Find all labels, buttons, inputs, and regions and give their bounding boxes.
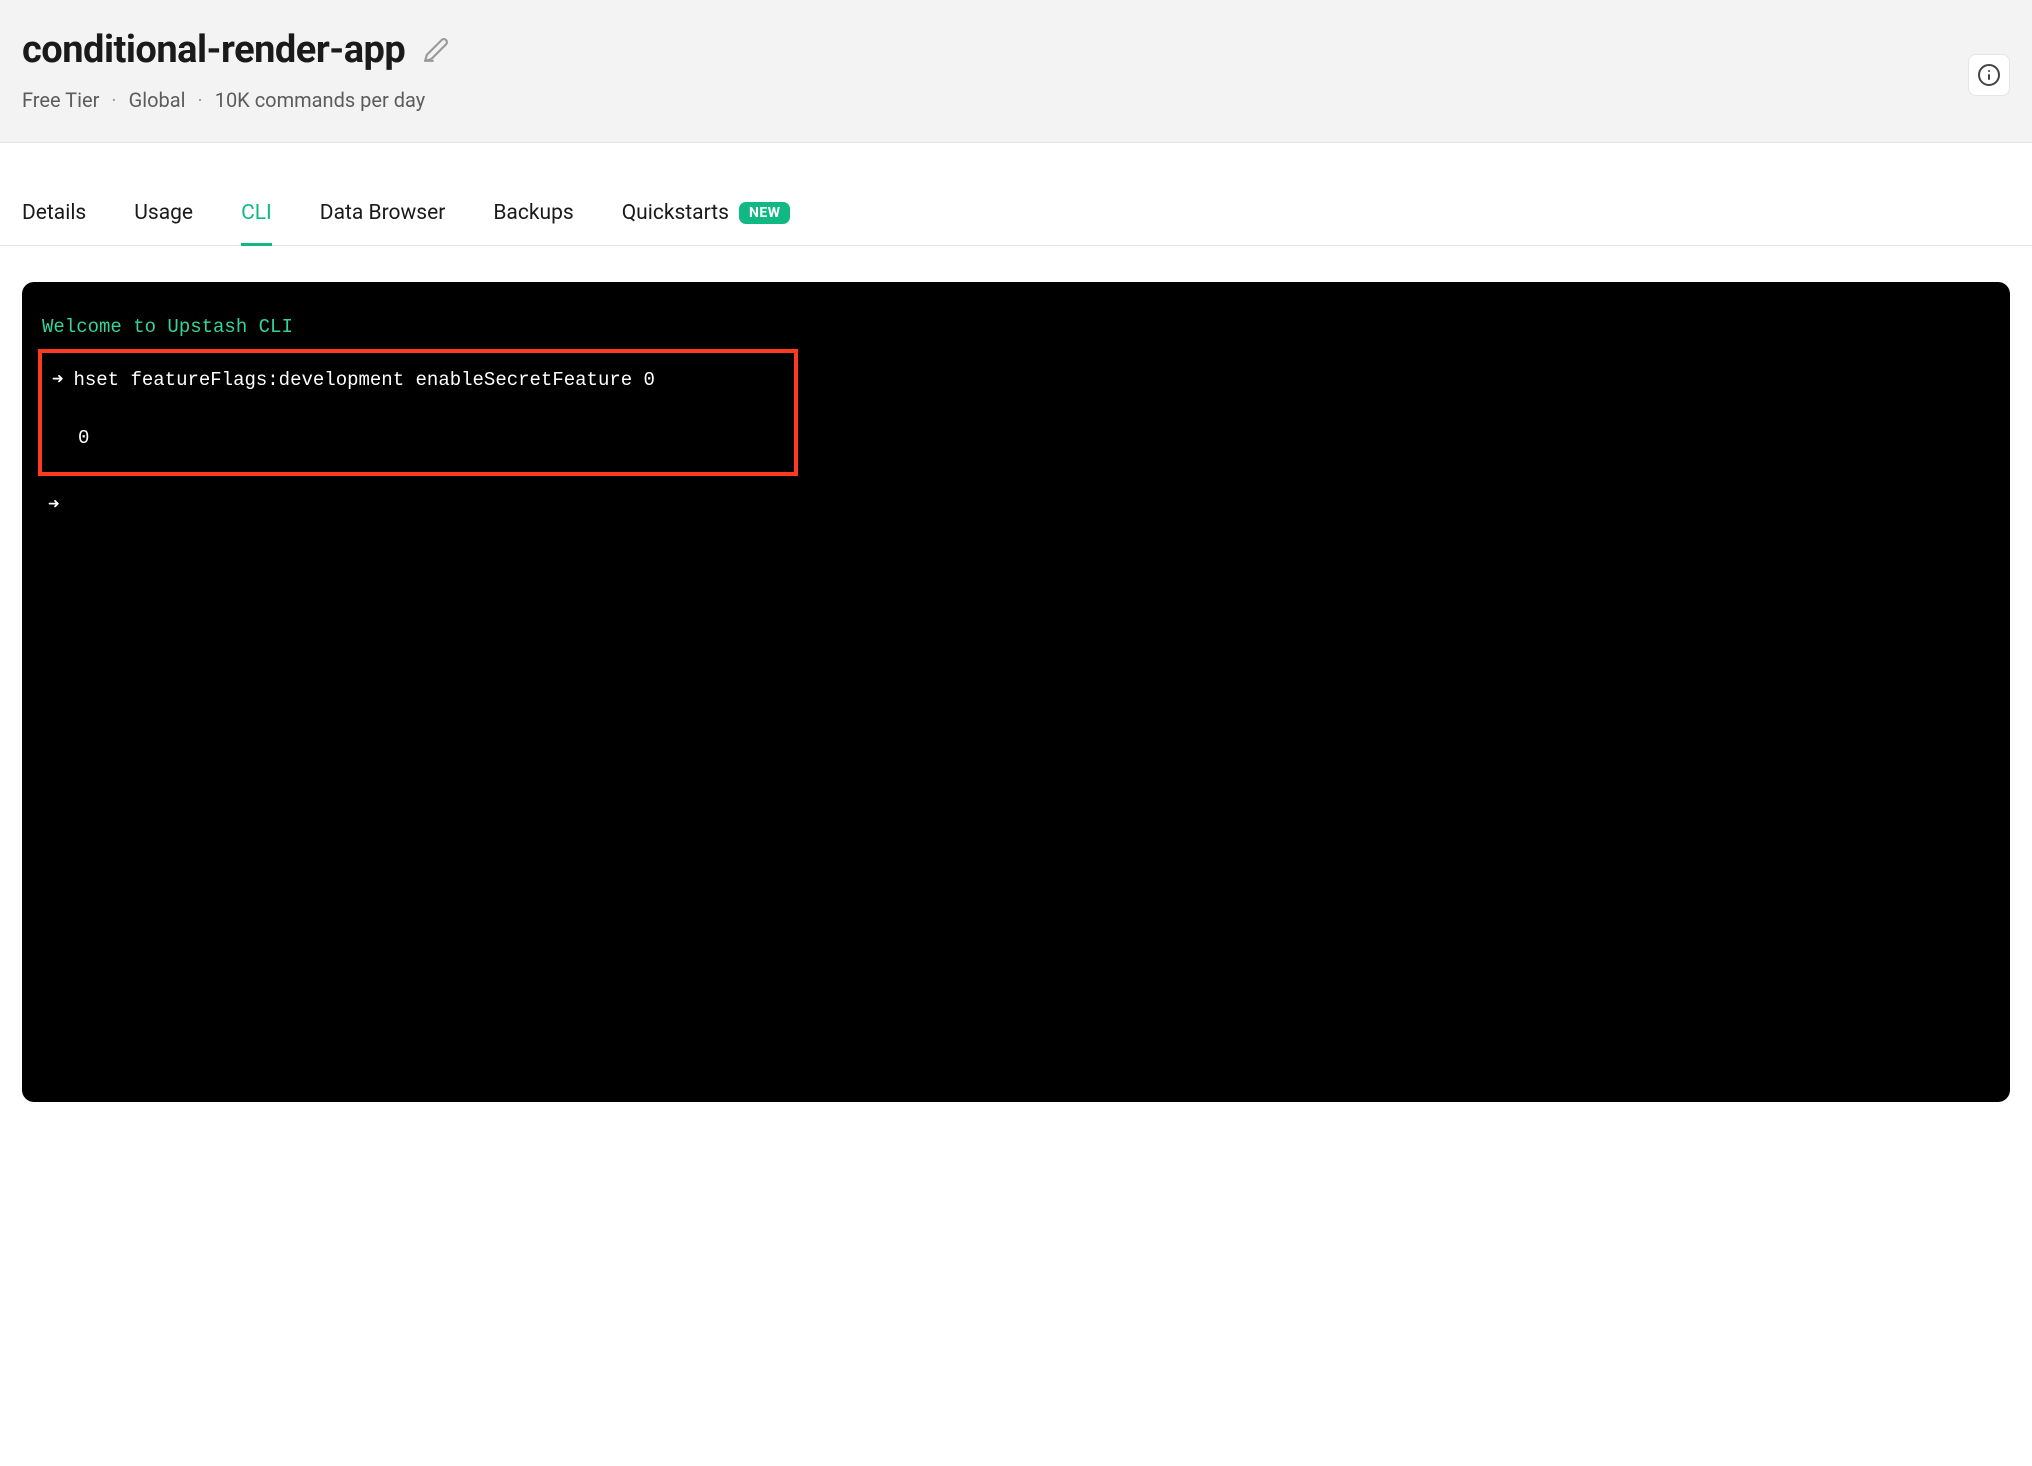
tab-quickstarts[interactable]: Quickstarts NEW <box>622 191 791 246</box>
meta-region: Global <box>129 88 186 112</box>
meta-separator: · <box>197 88 202 112</box>
tab-label: Usage <box>134 201 193 225</box>
page-header: conditional-render-app Free Tier · Globa… <box>0 0 2032 143</box>
info-button[interactable] <box>1968 54 2010 96</box>
tab-details[interactable]: Details <box>22 191 86 246</box>
command-output: 0 <box>52 423 784 454</box>
tabs-row: Details Usage CLI Data Browser Backups Q… <box>0 191 2032 246</box>
meta-limit: 10K commands per day <box>215 88 425 112</box>
page-title: conditional-render-app <box>22 28 405 72</box>
title-row: conditional-render-app <box>22 28 2010 72</box>
command-line: ➜ hset featureFlags:development enableSe… <box>52 365 784 396</box>
meta-row: Free Tier · Global · 10K commands per da… <box>22 88 2010 112</box>
terminal-welcome: Welcome to Upstash CLI <box>38 312 1994 343</box>
prompt-arrow-icon: ➜ <box>52 365 63 396</box>
tab-label: Data Browser <box>320 201 446 225</box>
tab-usage[interactable]: Usage <box>134 191 193 246</box>
meta-separator: · <box>111 88 116 112</box>
tab-backups[interactable]: Backups <box>493 191 573 246</box>
meta-tier: Free Tier <box>22 88 99 112</box>
highlight-annotation: ➜ hset featureFlags:development enableSe… <box>38 349 798 476</box>
prompt-line[interactable]: ➜ <box>38 490 1994 521</box>
prompt-arrow-icon: ➜ <box>48 494 59 516</box>
tab-label: Details <box>22 201 86 225</box>
tab-data-browser[interactable]: Data Browser <box>320 191 446 246</box>
cli-terminal[interactable]: Welcome to Upstash CLI ➜ hset featureFla… <box>22 282 2010 1102</box>
tab-label: Backups <box>493 201 573 225</box>
tab-label: CLI <box>241 201 272 225</box>
command-text: hset featureFlags:development enableSecr… <box>73 365 655 396</box>
tab-label: Quickstarts <box>622 201 729 225</box>
new-badge: NEW <box>739 202 791 224</box>
tab-cli[interactable]: CLI <box>241 191 272 246</box>
edit-icon[interactable] <box>423 37 449 63</box>
